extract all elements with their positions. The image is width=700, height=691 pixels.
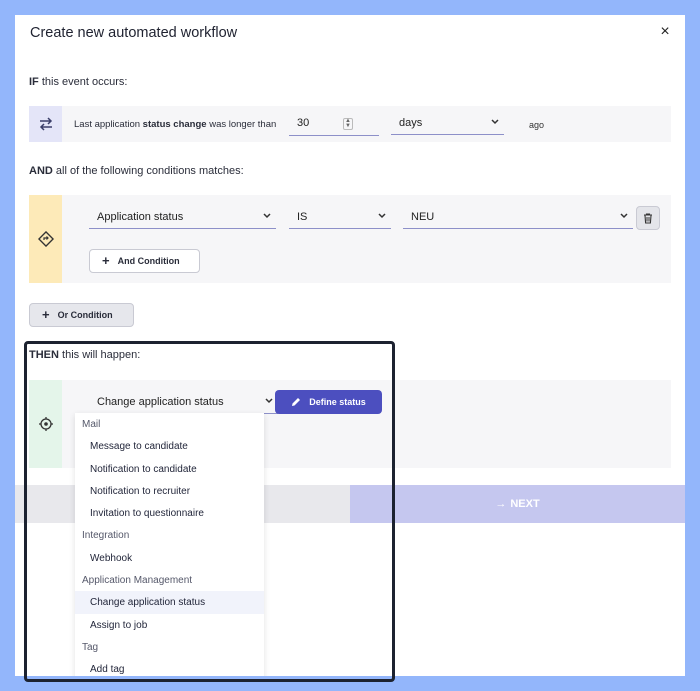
- condition-value-value: NEU: [411, 211, 435, 223]
- pencil-icon: [292, 398, 301, 406]
- delete-condition-button[interactable]: [636, 206, 660, 230]
- days-number-input[interactable]: 30 ▲ ▼: [289, 110, 379, 136]
- close-button[interactable]: ×: [657, 24, 673, 40]
- event-text-pre: Last application: [74, 118, 143, 130]
- condition-field-select[interactable]: Application status: [89, 205, 276, 229]
- time-unit-value: days: [399, 117, 423, 129]
- event-text-bold: status change: [142, 118, 207, 130]
- conditions-block: Application status IS NEU + And Conditio…: [29, 195, 671, 283]
- close-icon[interactable]: ×: [660, 23, 669, 40]
- days-value: 30: [297, 117, 310, 129]
- chevron-down-icon: [263, 213, 271, 219]
- time-unit-select[interactable]: days: [391, 111, 504, 135]
- menu-item-invitation-to-questionnaire[interactable]: Invitation to questionnaire: [75, 502, 264, 524]
- define-status-label: Define status: [309, 397, 366, 407]
- next-label: NEXT: [510, 498, 540, 510]
- menu-group-tag: Tag: [82, 641, 99, 653]
- plus-icon: +: [102, 253, 110, 268]
- and-section-label: AND all of the following conditions matc…: [29, 165, 244, 177]
- condition-value-select[interactable]: NEU: [403, 205, 633, 229]
- modal-title: Create new automated workflow: [30, 25, 238, 41]
- menu-item-message-to-candidate[interactable]: Message to candidate: [75, 435, 264, 457]
- and-condition-button[interactable]: + And Condition: [89, 249, 200, 273]
- action-type-select[interactable]: Change application status: [89, 390, 278, 414]
- then-label: this will happen:: [62, 349, 141, 361]
- ago-label: ago: [529, 120, 545, 130]
- chevron-down-icon: [378, 213, 386, 219]
- plus-icon: +: [42, 307, 50, 322]
- next-button[interactable]: → NEXT: [350, 485, 685, 523]
- action-type-dropdown: Mail Message to candidate Notification t…: [75, 413, 264, 676]
- menu-item-notification-to-recruiter[interactable]: Notification to recruiter: [75, 480, 264, 502]
- if-event-row: Last application status change was longe…: [29, 106, 671, 142]
- menu-item-notification-to-candidate[interactable]: Notification to candidate: [75, 458, 264, 480]
- condition-field-value: Application status: [97, 211, 184, 223]
- define-status-button[interactable]: Define status: [275, 390, 382, 414]
- menu-item-add-tag[interactable]: Add tag: [75, 658, 264, 676]
- target-icon: [29, 380, 62, 468]
- and-condition-label: And Condition: [117, 256, 180, 266]
- swap-arrows-icon: [29, 106, 62, 142]
- menu-group-mail: Mail: [82, 419, 101, 430]
- if-section-label: IF this event occurs:: [29, 76, 127, 88]
- menu-group-integration: Integration: [82, 530, 130, 542]
- event-text-post: was longer than: [206, 118, 277, 130]
- chevron-down-icon: [620, 213, 628, 219]
- menu-item-webhook[interactable]: Webhook: [75, 547, 264, 569]
- chevron-down-icon: [491, 119, 499, 125]
- then-section-label: THEN this will happen:: [29, 349, 140, 361]
- condition-operator-value: IS: [297, 211, 308, 223]
- and-prefix: AND: [29, 165, 53, 177]
- or-condition-button[interactable]: + Or Condition: [29, 303, 134, 327]
- if-prefix: IF: [29, 76, 39, 88]
- trash-icon: [644, 212, 652, 224]
- menu-item-assign-to-job[interactable]: Assign to job: [75, 614, 264, 636]
- condition-diamond-icon: [29, 195, 62, 283]
- then-prefix: THEN: [29, 349, 59, 361]
- workflow-modal: Create new automated workflow × IF this …: [15, 15, 685, 676]
- if-label: this event occurs:: [41, 76, 128, 88]
- and-label: all of the following conditions matches:: [55, 165, 244, 177]
- menu-group-application-management: Application Management: [82, 575, 193, 587]
- chevron-down-icon: [265, 398, 273, 404]
- arrow-right-icon: →: [495, 498, 507, 510]
- action-type-value: Change application status: [97, 396, 224, 408]
- event-description: Last application status change was longe…: [74, 119, 276, 130]
- stepper-arrows-icon[interactable]: ▲ ▼: [343, 118, 353, 130]
- or-condition-label: Or Condition: [57, 310, 113, 320]
- menu-item-change-application-status[interactable]: Change application status: [75, 591, 264, 614]
- condition-operator-select[interactable]: IS: [289, 205, 391, 229]
